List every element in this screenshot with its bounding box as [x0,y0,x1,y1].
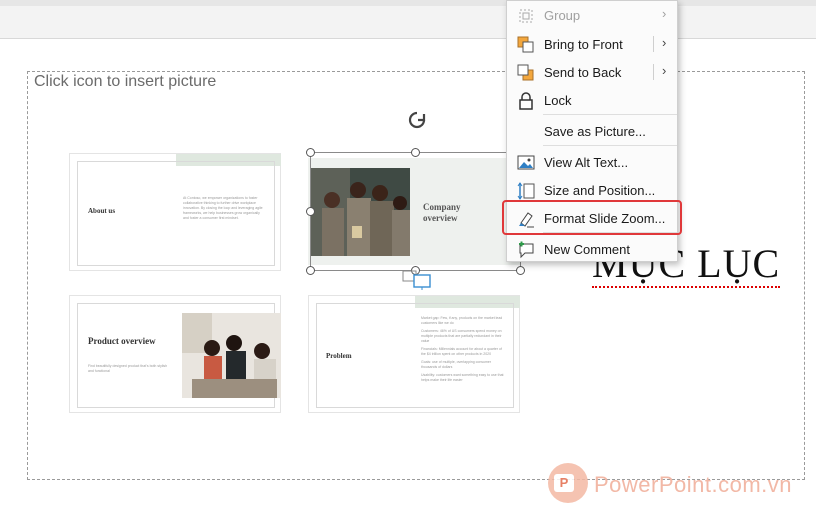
menu-item-send-to-back[interactable]: Send to Back › [507,58,677,86]
logo-letter: P [554,474,574,492]
menu-item-group[interactable]: Group › [507,1,677,29]
menu-separator [543,114,677,115]
new-comment-icon [517,241,535,259]
thumb-title: Product overview [88,336,156,346]
menu-split-divider [653,64,654,80]
resize-handle[interactable] [411,148,420,157]
menu-item-label: Send to Back [544,65,622,80]
resize-handle[interactable] [306,148,315,157]
resize-handle[interactable] [516,266,525,275]
bullet: Goals: use of multiple, overlapping cons… [421,360,492,369]
product-photo [182,313,281,398]
watermark-text: PowerPoint.com.vn [594,472,793,497]
lock-icon [517,92,535,110]
bullet: Market gap: Few, if any, products on the… [421,316,503,325]
menu-item-label: Lock [544,93,572,108]
submenu-arrow-icon[interactable]: › [662,63,666,78]
selection-box[interactable] [310,152,521,271]
ribbon-area [0,6,816,39]
bullet: Financials: Millennials account for abou… [421,347,502,356]
thumb-title: About us [88,207,116,215]
menu-separator [543,145,677,146]
highlight-box [502,200,682,235]
menu-item-label: Group [544,8,581,23]
menu-item-view-alt-text[interactable]: View Alt Text... [507,148,677,176]
size-position-icon [517,182,535,200]
bring-to-front-icon [517,36,535,54]
submenu-arrow-icon: › [662,6,667,21]
problem-bullets: Market gap: Few, if any, products on the… [421,316,506,383]
placeholder-text: Click icon to insert picture [34,73,217,90]
bullet: Customers: 46% of US consumers spend mon… [421,329,502,343]
thumb-title: Problem [326,352,352,360]
menu-split-divider [653,36,654,52]
slide-zoom-problem[interactable]: Problem Market gap: Few, if any, product… [308,295,520,413]
send-to-back-icon [517,64,535,82]
menu-item-label: Size and Position... [544,183,656,198]
rotate-handle-icon[interactable] [405,108,429,132]
menu-item-label: Save as Picture... [544,124,646,139]
submenu-arrow-icon[interactable]: › [662,35,666,50]
menu-item-lock[interactable]: Lock [507,86,677,114]
slide-zoom-about[interactable]: About us At Contoso, we empower organiza… [69,153,281,271]
slide-zoom-badge-icon [402,270,434,290]
alt-text-icon [517,154,535,172]
slide-zoom-product[interactable]: Product overview Find beautifully design… [69,295,281,413]
menu-item-label: Bring to Front [544,37,623,52]
resize-handle[interactable] [306,207,315,216]
bullet: Usability: customers want something easy… [421,373,504,382]
menu-item-label: New Comment [544,242,630,257]
thumb-body: Find beautifully designed product that's… [88,364,168,373]
thumb-body: At Contoso, we empower organizations to … [183,196,263,220]
menu-item-label: View Alt Text... [544,155,629,170]
menu-item-bring-to-front[interactable]: Bring to Front › [507,30,677,58]
menu-item-new-comment[interactable]: New Comment [507,235,677,263]
resize-handle[interactable] [306,266,315,275]
group-icon [517,7,535,25]
menu-item-save-as-picture[interactable]: Save as Picture... [507,117,677,145]
powerpoint-logo-icon: P [548,463,588,503]
